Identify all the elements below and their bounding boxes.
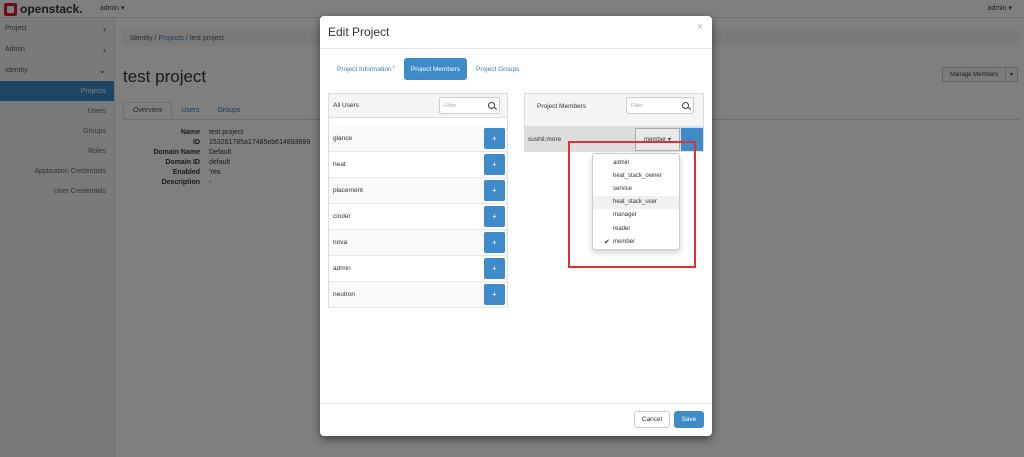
user-list-item: cinder + [329,204,507,230]
role-option-manager[interactable]: manager [593,209,679,222]
add-user-button[interactable]: + [484,128,505,149]
user-list-item: placement + [329,178,507,204]
close-icon[interactable]: × [697,21,703,33]
role-option-label: heat_stack_owner [613,172,662,179]
all-users-filter-input[interactable]: Filter [439,97,500,114]
tab-project-information[interactable]: Project Information * [330,58,402,80]
user-name: nova [333,239,348,246]
role-option-label: member [613,238,636,245]
all-users-title: All Users [333,102,360,109]
user-list: glance + heat + placement + cinder + nova + admin +… [329,126,507,308]
required-marker: * [392,66,395,72]
role-option-member[interactable]: ✔ member [593,235,679,248]
filter-placeholder: Filter [631,103,644,109]
add-user-button[interactable]: + [484,180,505,201]
add-user-button[interactable]: + [484,284,505,305]
user-name: placement [333,187,363,194]
search-icon [488,102,495,109]
filter-placeholder: Filter [444,103,457,109]
user-name: neutron [333,291,356,298]
checkmark-icon: ✔ [604,238,610,246]
modal-header: Edit Project × [320,16,712,49]
role-option-label: heat_stack_user [613,199,658,206]
tab-project-members[interactable]: Project Members [403,58,468,80]
role-option-label: admin [613,159,630,166]
role-option-heat-stack-user[interactable]: heat_stack_user [593,195,679,209]
tab-project-groups[interactable]: Project Groups [469,58,526,80]
workflow-tabs: Project Information * Project Members Pro… [330,58,528,80]
cancel-button[interactable]: Cancel [634,411,670,428]
role-option-label: reader [613,225,631,232]
user-name: glance [333,135,353,142]
user-list-item: nova + [329,230,507,256]
all-users-panel: All Users Filter glance + heat + placement + c… [328,93,508,308]
role-option-label: service [613,185,633,192]
member-name: sushil.more [528,136,562,143]
project-members-title: Project Members [537,103,587,110]
modal-title: Edit Project [328,25,390,39]
role-option-label: manager [613,212,637,219]
project-members-panel: Project Members Filter [524,93,704,127]
role-option-service[interactable]: service [593,182,679,195]
role-dropdown-menu: admin heat_stack_ownerservice heat_stack_u… [592,153,680,250]
remove-member-button[interactable] [681,128,703,151]
panel-header: All Users Filter [329,94,507,118]
panel-header: Project Members Filter [525,94,703,127]
project-member-row: sushil.more member ▾ [524,127,704,152]
role-option-admin[interactable]: admin [593,156,679,169]
user-list-item: admin + [329,256,507,282]
user-list-item: heat + [329,152,507,178]
add-user-button[interactable]: + [484,258,505,279]
add-user-button[interactable]: + [484,206,505,227]
role-dropdown-button[interactable]: member ▾ [635,128,680,151]
role-option-heat-stack-owner[interactable]: heat_stack_owner [593,169,679,182]
save-button[interactable]: Save [674,411,704,428]
add-user-button[interactable]: + [484,232,505,253]
role-option-reader[interactable]: reader [593,222,679,235]
user-name: heat [333,161,346,168]
user-list-item: neutron + [329,282,507,308]
modal-footer: Cancel Save [320,403,712,436]
project-members-filter-input[interactable]: Filter [626,97,694,114]
tab-label: Project Information [337,65,392,73]
search-icon [682,102,689,109]
user-list-item: glance + [329,126,507,152]
add-user-button[interactable]: + [484,154,505,175]
user-name: admin [333,265,351,272]
user-name: cinder [333,213,351,220]
